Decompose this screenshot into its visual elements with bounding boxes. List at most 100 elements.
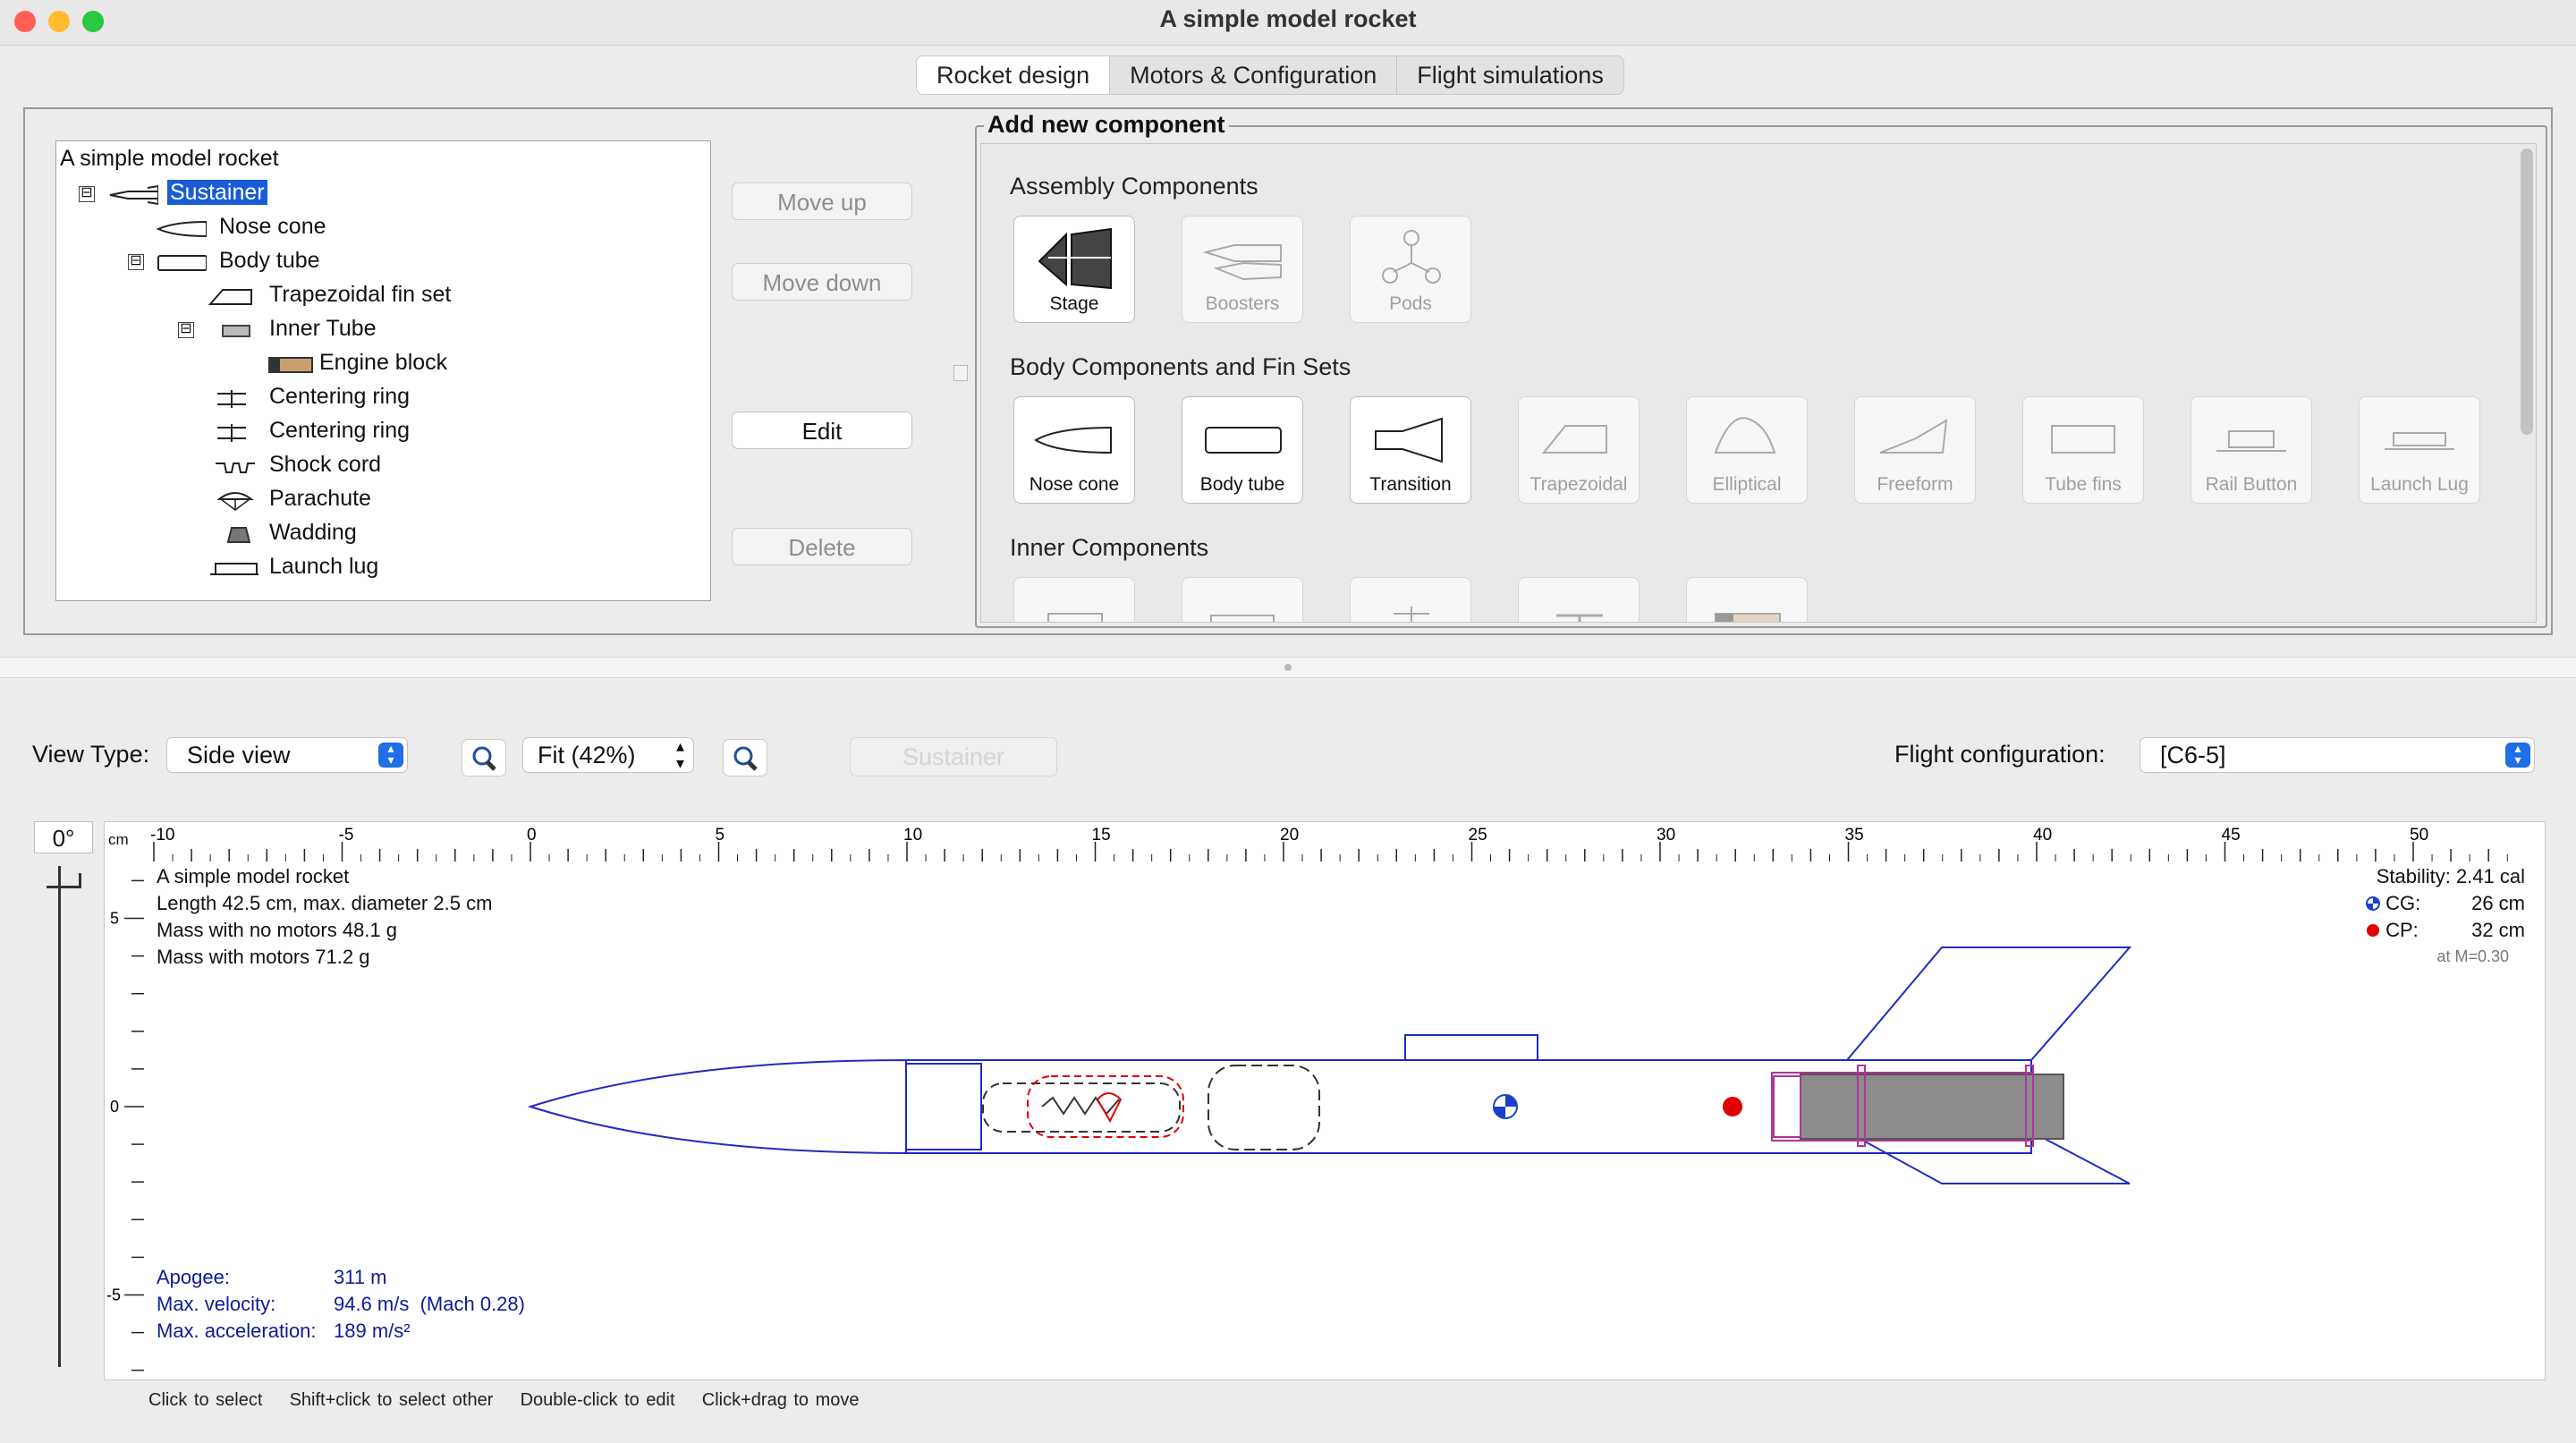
- collapse-toggle[interactable]: ⊟: [178, 322, 194, 338]
- cp-value: 32 cm: [2471, 919, 2525, 941]
- zoom-in-button[interactable]: [723, 739, 767, 777]
- delete-button[interactable]: Delete: [732, 528, 912, 565]
- rocket-name: A simple model rocket: [157, 865, 350, 887]
- stage-selector-button[interactable]: Sustainer: [850, 737, 1057, 777]
- trapezoidal-fin-icon: [208, 289, 252, 305]
- engine-block-icon: [268, 357, 313, 373]
- view-type-select[interactable]: Side view ▴ ▾: [166, 737, 408, 773]
- add-engine-block-button[interactable]: [1686, 577, 1808, 622]
- tab-rocket-design[interactable]: Rocket design: [917, 56, 1111, 94]
- component-tree[interactable]: A simple model rocket ⊟ Sustainer Nose c…: [55, 140, 711, 601]
- tree-item-inner-tube[interactable]: Inner Tube: [269, 313, 377, 344]
- add-centering-ring-button[interactable]: [1350, 577, 1471, 622]
- flight-configuration-select[interactable]: [C6-5] ▴ ▾: [2140, 737, 2535, 773]
- apogee-value: 311 m: [334, 1266, 387, 1288]
- zoom-select[interactable]: Fit (42%) ▴ ▾: [522, 737, 694, 773]
- mass-with-motors: Mass with motors 71.2 g: [157, 946, 370, 968]
- add-elliptical-button[interactable]: Elliptical: [1686, 396, 1808, 504]
- boosters-icon: [1202, 244, 1282, 281]
- tab-flight-simulations[interactable]: Flight simulations: [1397, 56, 1623, 94]
- tree-root[interactable]: A simple model rocket: [60, 143, 279, 174]
- tree-item-centering-ring[interactable]: Centering ring: [269, 381, 410, 412]
- add-body-tube-button[interactable]: Body tube: [1182, 396, 1303, 504]
- rotation-slider-thumb[interactable]: [47, 873, 81, 888]
- divider-grip[interactable]: [1284, 664, 1292, 671]
- tree-item-parachute[interactable]: Parachute: [269, 483, 371, 514]
- mach-note: at M=0.30: [2436, 947, 2509, 965]
- centering-ring-icon: [217, 390, 246, 408]
- trapezoidal-fin-icon: [1541, 425, 1607, 454]
- edit-button[interactable]: Edit: [732, 412, 912, 449]
- centering-ring-icon: [217, 424, 246, 442]
- component-scrollbar[interactable]: [2521, 149, 2533, 435]
- move-up-button[interactable]: Move up: [732, 182, 912, 220]
- add-component-scroll-area[interactable]: Assembly Components Stage Boosters Pods …: [980, 143, 2537, 623]
- main-tabs: Rocket design Motors & Configuration Fli…: [916, 55, 1624, 95]
- add-stage-button[interactable]: Stage: [1013, 216, 1135, 323]
- tree-item-sustainer[interactable]: Sustainer: [167, 177, 267, 208]
- shock-cord-zigzag: [1041, 1096, 1120, 1116]
- launch-lug-icon: [2385, 432, 2454, 450]
- rocket-figure[interactable]: -10 -5 0 5 10 15 20 25 30 35 40 45 50 5 0 -5 cm A simp…: [104, 821, 2546, 1380]
- add-component-title: Add new component: [984, 111, 1229, 139]
- stability-value: Stability: 2.41 cal: [2376, 865, 2525, 887]
- pods-icon: [1382, 230, 1441, 284]
- tree-item-shock-cord[interactable]: Shock cord: [269, 449, 381, 480]
- cp-marker: [1721, 1095, 1744, 1118]
- collapse-toggle[interactable]: ⊟: [128, 254, 144, 270]
- cg-legend: CG:: [2366, 892, 2420, 915]
- tab-motors-configuration[interactable]: Motors & Configuration: [1110, 56, 1398, 94]
- tree-item-engine-block[interactable]: Engine block: [319, 347, 447, 378]
- engine-block-outline: [1773, 1075, 1801, 1138]
- parachute-symbol: [1096, 1092, 1123, 1124]
- zoom-out-button[interactable]: [462, 739, 506, 777]
- max-velocity-value: 94.6 m/s (Mach 0.28): [334, 1293, 525, 1315]
- bulkhead-icon: [1556, 614, 1603, 622]
- zoom-in-icon: [733, 746, 758, 771]
- launch-lug-icon: [210, 563, 258, 575]
- move-down-button[interactable]: Move down: [732, 263, 912, 301]
- nose-cone-outline: [527, 1058, 907, 1155]
- add-freeform-button[interactable]: Freeform: [1854, 396, 1976, 504]
- tree-item-nose-cone[interactable]: Nose cone: [219, 211, 326, 242]
- elliptical-fin-icon: [1714, 417, 1776, 454]
- apogee-label: Apogee:: [157, 1266, 230, 1288]
- add-bulkhead-button[interactable]: [1518, 577, 1640, 622]
- tree-item-body-tube[interactable]: Body tube: [219, 245, 320, 276]
- nose-cone-icon: [157, 220, 207, 238]
- add-nose-cone-button[interactable]: Nose cone: [1013, 396, 1135, 504]
- add-inner-tube-button[interactable]: [1013, 577, 1135, 622]
- body-tube-icon: [157, 255, 207, 271]
- chevron-up-down-icon: ▴ ▾: [675, 737, 684, 772]
- nose-cone-icon: [1034, 426, 1112, 454]
- wadding-outline: [1208, 1065, 1320, 1150]
- add-rail-button-button[interactable]: Rail Button: [2190, 396, 2312, 504]
- coupler-icon: [1210, 615, 1275, 622]
- nose-shoulder: [905, 1063, 982, 1150]
- tree-item-trapezoidal-fin-set[interactable]: Trapezoidal fin set: [269, 279, 451, 310]
- rail-button-icon: [2216, 430, 2286, 452]
- add-boosters-button[interactable]: Boosters: [1182, 216, 1303, 323]
- add-tube-fins-button[interactable]: Tube fins: [2022, 396, 2144, 504]
- sustainer-icon: [109, 184, 158, 206]
- add-launch-lug-button[interactable]: Launch Lug: [2359, 396, 2480, 504]
- add-trapezoidal-button[interactable]: Trapezoidal: [1518, 396, 1640, 504]
- tree-item-launch-lug[interactable]: Launch lug: [269, 551, 378, 581]
- split-handle[interactable]: [953, 365, 968, 381]
- rotation-angle-field[interactable]: 0°: [34, 821, 93, 853]
- collapse-toggle[interactable]: ⊟: [79, 186, 95, 202]
- centering-ring-icon: [1394, 607, 1429, 622]
- body-tube-icon: [1205, 427, 1282, 454]
- add-coupler-button[interactable]: [1182, 577, 1303, 622]
- tree-item-wadding[interactable]: Wadding: [269, 517, 357, 547]
- mass-no-motors: Mass with no motors 48.1 g: [157, 919, 398, 941]
- add-transition-button[interactable]: Transition: [1350, 396, 1471, 504]
- rocket-length: Length 42.5 cm, max. diameter 2.5 cm: [157, 892, 493, 914]
- shock-cord-icon: [216, 463, 255, 473]
- max-acceleration-label: Max. acceleration:: [157, 1320, 317, 1342]
- inner-tube-icon: [1047, 613, 1103, 622]
- tree-item-centering-ring-2[interactable]: Centering ring: [269, 415, 410, 446]
- add-pods-button[interactable]: Pods: [1350, 216, 1471, 323]
- rotation-slider-track[interactable]: [58, 866, 61, 1367]
- inner-tube-icon: [222, 325, 250, 337]
